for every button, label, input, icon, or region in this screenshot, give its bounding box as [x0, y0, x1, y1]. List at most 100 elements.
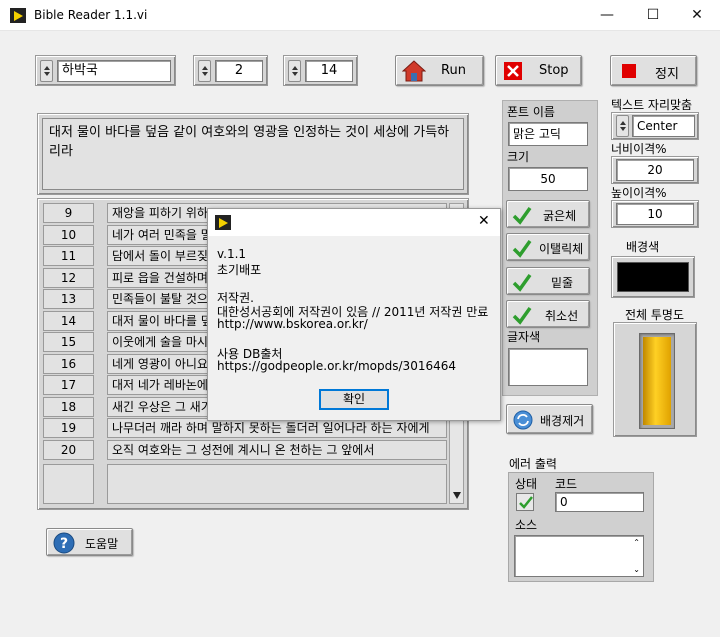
chapter-spin-icon[interactable] — [198, 60, 211, 82]
chapter-field[interactable]: 2 — [215, 60, 263, 82]
remove-background-button[interactable]: 배경제거 — [506, 404, 593, 434]
width-spacing-field[interactable]: 20 — [616, 159, 694, 181]
bold-label: 굵은체 — [543, 209, 577, 223]
book-spin-icon[interactable] — [40, 60, 53, 82]
font-name-label: 폰트 이름 — [507, 105, 555, 119]
verse-display: 대저 물이 바다를 덮음 같이 여호와의 영광을 인정하는 것이 세상에 가득하… — [37, 113, 469, 195]
run-label: Run — [441, 63, 466, 78]
verse-number-cell[interactable]: 16 — [43, 353, 94, 374]
height-spacing-field[interactable]: 10 — [616, 203, 694, 225]
background-color-swatch[interactable] — [617, 262, 689, 292]
maximize-button[interactable]: ☐ — [630, 0, 676, 31]
opacity-slider[interactable] — [613, 322, 697, 437]
italic-label: 이탤릭체 — [539, 242, 584, 256]
scroll-down-icon[interactable] — [453, 492, 461, 499]
checkmark-icon — [512, 306, 532, 325]
strikethrough-label: 취소선 — [545, 309, 579, 323]
background-color-label: 배경색 — [626, 240, 660, 254]
source-field[interactable]: ⌃ ⌄ — [514, 535, 644, 577]
size-field[interactable]: 50 — [508, 167, 588, 191]
dialog-close-button[interactable]: ✕ — [478, 213, 490, 229]
halt-button[interactable]: 정지 — [610, 55, 697, 86]
minimize-button[interactable]: — — [584, 0, 630, 31]
home-icon — [402, 60, 426, 82]
book-selector: 하박국 — [35, 55, 176, 86]
verse-row-cell[interactable]: 오직 여호와는 그 성전에 계시니 온 천하는 그 앞에서 — [107, 439, 447, 460]
checkmark-icon — [512, 206, 532, 225]
text-align-field[interactable]: Center — [632, 115, 695, 137]
underline-toggle[interactable]: 밑줄 — [506, 267, 590, 295]
empty-row-cell — [107, 464, 447, 504]
help-label: 도움말 — [85, 537, 119, 551]
background-color-control — [611, 256, 695, 298]
labview-app-icon — [10, 8, 26, 23]
verse-number-cell[interactable]: 11 — [43, 246, 94, 266]
underline-label: 밑줄 — [551, 276, 574, 290]
opacity-label: 전체 투명도 — [625, 308, 685, 322]
verse-text: 대저 물이 바다를 덮음 같이 여호와의 영광을 인정하는 것이 세상에 가득하… — [42, 118, 464, 190]
run-button[interactable]: Run — [395, 55, 484, 86]
verse-number-cell[interactable]: 20 — [43, 439, 94, 460]
strikethrough-toggle[interactable]: 취소선 — [506, 300, 590, 328]
remove-background-label: 배경제거 — [540, 414, 585, 428]
help-button[interactable]: ? 도움말 — [46, 528, 133, 556]
verse-field[interactable]: 14 — [305, 60, 353, 82]
font-name-field[interactable]: 맑은 고딕 — [508, 122, 588, 146]
width-spacing-label: 너비이격% — [611, 142, 667, 156]
dialog-title-bar: ✕ — [208, 209, 500, 236]
text-color-swatch[interactable] — [508, 348, 588, 386]
checkmark-icon — [512, 239, 532, 258]
empty-number-cell — [43, 464, 94, 504]
status-label: 상태 — [515, 477, 538, 491]
verse-number-cell[interactable]: 12 — [43, 267, 94, 288]
source-scroll-up-icon[interactable]: ⌃ — [633, 538, 640, 547]
window-title: Bible Reader 1.1.vi — [34, 8, 148, 22]
error-out-title: 에러 출력 — [509, 457, 557, 471]
width-spacing-control: 20 — [611, 156, 699, 184]
ok-button[interactable]: 확인 — [319, 389, 389, 410]
code-field[interactable]: 0 — [555, 492, 644, 512]
stop-button[interactable]: Stop — [495, 55, 582, 86]
text-align-label: 텍스트 자리맞춤 — [611, 98, 693, 112]
dialog-line: https://godpeople.or.kr/mopds/3016464 — [217, 359, 456, 373]
svg-text:?: ? — [60, 536, 68, 552]
verse-number-cell[interactable]: 18 — [43, 396, 94, 417]
verse-number-cell[interactable]: 17 — [43, 375, 94, 395]
halt-label: 정지 — [655, 67, 679, 82]
verse-number-cell[interactable]: 19 — [43, 418, 94, 438]
title-bar: Bible Reader 1.1.vi — ☐ ✕ — [0, 0, 720, 31]
italic-toggle[interactable]: 이탤릭체 — [506, 233, 590, 261]
help-question-icon: ? — [53, 532, 75, 554]
book-field[interactable]: 하박국 — [57, 60, 171, 82]
close-button[interactable]: ✕ — [674, 0, 720, 31]
height-spacing-control: 10 — [611, 200, 699, 228]
verse-number-cell[interactable]: 14 — [43, 310, 94, 331]
verse-number-cell[interactable]: 15 — [43, 332, 94, 352]
verse-selector: 14 — [283, 55, 358, 86]
align-spin-icon[interactable] — [616, 115, 629, 137]
code-label: 코드 — [555, 477, 578, 491]
height-spacing-label: 높이이격% — [611, 186, 667, 200]
dialog-line: http://www.bskorea.or.kr/ — [217, 317, 368, 331]
labview-app-icon — [215, 215, 231, 230]
stop-label: Stop — [539, 63, 569, 78]
bold-toggle[interactable]: 굵은체 — [506, 200, 590, 228]
opacity-track — [639, 333, 675, 429]
checkmark-icon — [512, 273, 532, 292]
chapter-selector: 2 — [193, 55, 268, 86]
verse-number-cell[interactable]: 9 — [43, 203, 94, 223]
verse-number-cell[interactable]: 13 — [43, 289, 94, 309]
about-dialog: ✕ v.1.1 초기배포 저작권. 대한성서공회에 저작권이 있음 // 201… — [207, 208, 501, 421]
text-color-label: 글자색 — [507, 330, 541, 344]
text-align-selector: Center — [611, 112, 699, 140]
source-scroll-down-icon[interactable]: ⌄ — [633, 565, 640, 574]
checkmark-icon — [519, 496, 533, 509]
verse-spin-icon[interactable] — [288, 60, 301, 82]
dialog-line: 초기배포 — [217, 263, 262, 277]
source-label: 소스 — [515, 518, 538, 532]
verse-number-cell[interactable]: 10 — [43, 224, 94, 245]
verse-row-cell[interactable]: 나무더러 깨라 하며 말하지 못하는 돌더러 일어나라 하는 자에게 — [107, 418, 447, 438]
dialog-line: v.1.1 — [217, 247, 247, 261]
stop-square-icon — [622, 64, 636, 78]
status-indicator — [516, 493, 534, 511]
